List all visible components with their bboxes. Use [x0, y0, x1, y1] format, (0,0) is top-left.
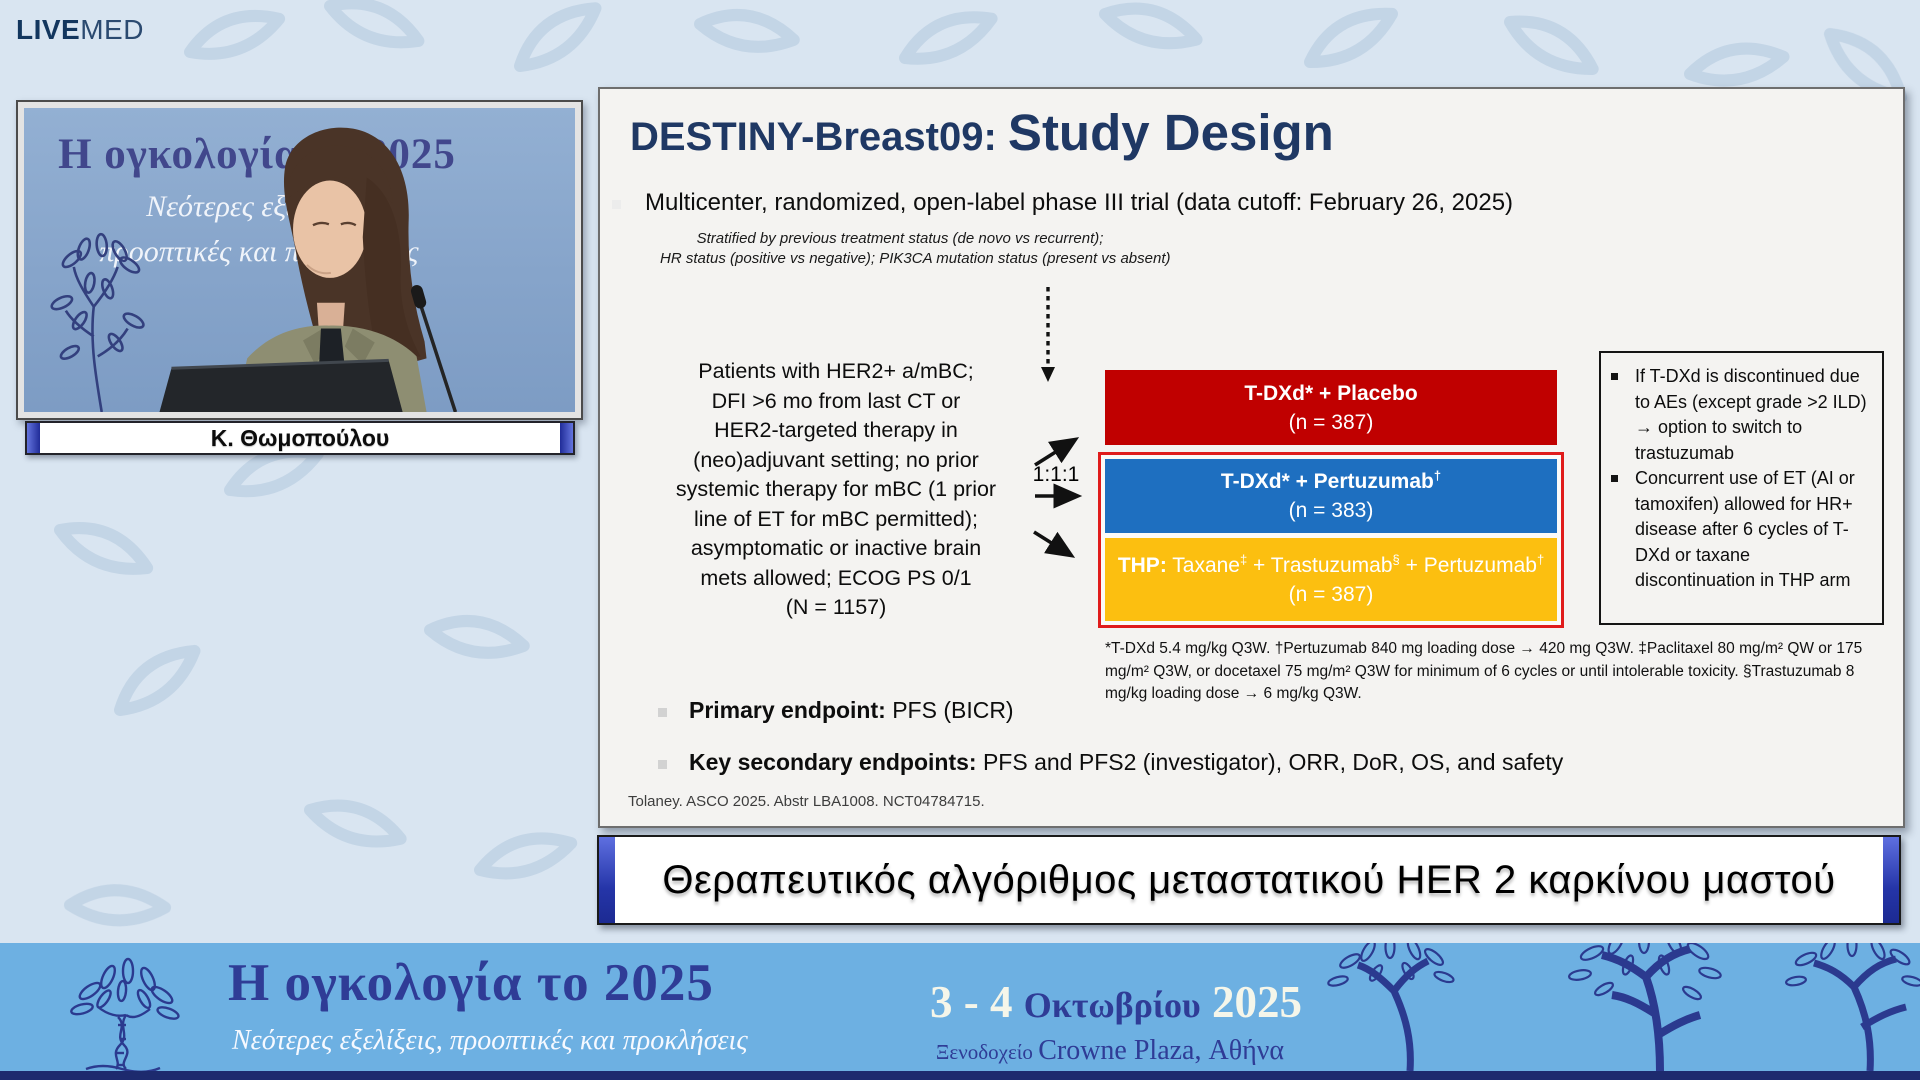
arm-thp: THP: Taxane‡ + Trastuzumab§ + Pertuzumab…	[1105, 538, 1557, 621]
secondary-endpoints-value: PFS and PFS2 (investigator), ORR, DoR, O…	[977, 749, 1564, 775]
speaker-video-card: Η ογκολογία το 2025 Νεότερες εξελίξεις, …	[16, 100, 583, 420]
primary-endpoint-value: PFS (BICR)	[886, 697, 1014, 723]
protocol-note-1: If T-DXd is discontinued due to AEs (exc…	[1611, 364, 1874, 466]
decorative-trees	[1230, 943, 1920, 1071]
dagger-sup: †	[1434, 468, 1441, 483]
bullet-square-icon	[658, 708, 667, 717]
session-topic-text: Θεραπευτικός αλγόριθμος μεταστατικού HER…	[662, 858, 1835, 903]
name-plate-right-cap	[560, 423, 573, 453]
bullet-square-icon	[612, 200, 621, 209]
arrow-down-icon	[1034, 532, 1069, 554]
session-topic-banner: Θεραπευτικός αλγόριθμος μεταστατικού HER…	[597, 835, 1901, 925]
arm-tdxd-pertuzumab: T-DXd* + Pertuzumab† (n = 383)	[1105, 459, 1557, 533]
speaker-illustration	[24, 108, 575, 412]
stratification-line2: HR status (positive vs negative); PIK3CA…	[660, 249, 1140, 269]
randomization-arrows	[1025, 279, 1105, 569]
livemed-logo-med: MED	[80, 14, 144, 45]
stratification-line1: Stratified by previous treatment status …	[660, 229, 1140, 249]
arm-tdxd-placebo-n: (n = 387)	[1289, 408, 1374, 437]
dosing-footnote: *T-DXd 5.4 mg/kg Q3W. †Pertuzumab 840 mg…	[1105, 638, 1873, 706]
primary-endpoint-label: Primary endpoint:	[689, 697, 886, 723]
protocol-notes-box: If T-DXd is discontinued due to AEs (exc…	[1599, 351, 1884, 625]
slide-title: DESTINY-Breast09: Study Design	[630, 103, 1334, 162]
arm-group-highlight: T-DXd* + Pertuzumab† (n = 383) THP: Taxa…	[1098, 452, 1564, 628]
presentation-slide: DESTINY-Breast09: Study Design Multicent…	[598, 87, 1905, 828]
slide-title-main: Study Design	[1008, 104, 1334, 161]
banner-right-cap	[1883, 837, 1899, 923]
livemed-logo-live: LIVE	[16, 14, 80, 45]
speaker-video-feed: Η ογκολογία το 2025 Νεότερες εξελίξεις, …	[24, 108, 575, 412]
slide-title-prefix: DESTINY-Breast09:	[630, 115, 1008, 159]
livemed-logo: LIVEMED	[16, 14, 144, 46]
bullet-multicenter: Multicenter, randomized, open-label phas…	[612, 189, 1812, 217]
secondary-endpoints-label: Key secondary endpoints:	[689, 749, 977, 775]
protocol-note-2: Concurrent use of ET (AI or tamoxifen) a…	[1611, 466, 1874, 594]
conference-tree-logo	[52, 951, 192, 1073]
arm-tdxd-pertuzumab-n: (n = 383)	[1289, 496, 1374, 525]
conference-title: Η ογκολογία το 2025	[228, 953, 714, 1013]
bullet-primary-endpoint: Primary endpoint: PFS (BICR)	[658, 697, 1758, 724]
backdrop-tree-logo	[50, 234, 146, 412]
laptop	[160, 360, 403, 412]
bullet-square-icon	[1611, 373, 1618, 380]
name-plate-left-cap	[27, 423, 40, 453]
dotted-arrow-icon	[1041, 287, 1055, 382]
banner-left-cap	[599, 837, 615, 923]
venue-prefix: Ξενοδοχείο	[936, 1040, 1038, 1064]
bullet-secondary-endpoints: Key secondary endpoints: PFS and PFS2 (i…	[658, 749, 1858, 776]
bullet-square-icon	[1611, 475, 1618, 482]
webinar-page: LIVEMED Η ογκολογία το 2025 Νεότερες εξε…	[0, 0, 1920, 1080]
stratification-note: Stratified by previous treatment status …	[660, 229, 1140, 269]
conference-date-days: 3 - 4	[930, 977, 1024, 1027]
arm-thp-n: (n = 387)	[1289, 580, 1374, 609]
conference-subtitle: Νεότερες εξελίξεις, προοπτικές και προκλ…	[232, 1025, 748, 1057]
bullet-multicenter-text: Multicenter, randomized, open-label phas…	[645, 189, 1513, 217]
arrow-up-icon	[1035, 441, 1073, 465]
randomization-ratio: 1:1:1	[1027, 463, 1085, 487]
footer-bottom-strip	[0, 1071, 1920, 1080]
conference-date-month: Οκτωβρίου	[1024, 985, 1201, 1025]
arm-tdxd-pertuzumab-name: T-DXd* + Pertuzumab†	[1221, 467, 1441, 496]
arm-tdxd-placebo: T-DXd* + Placebo (n = 387)	[1105, 370, 1557, 445]
arm-tdxd-placebo-name: T-DXd* + Placebo	[1244, 379, 1417, 408]
bullet-square-icon	[658, 760, 667, 769]
speaker-name: Κ. Θωμοπούλου	[211, 425, 390, 452]
patient-population-text: Patients with HER2+ a/mBC; DFI >6 mo fro…	[640, 357, 1032, 623]
speaker-name-plate: Κ. Θωμοπούλου	[25, 421, 575, 455]
arm-thp-name: THP: Taxane‡ + Trastuzumab§ + Pertuzumab…	[1118, 551, 1544, 580]
conference-footer: Η ογκολογία το 2025 Νεότερες εξελίξεις, …	[0, 943, 1920, 1080]
reference-citation: Tolaney. ASCO 2025. Abstr LBA1008. NCT04…	[628, 793, 985, 810]
